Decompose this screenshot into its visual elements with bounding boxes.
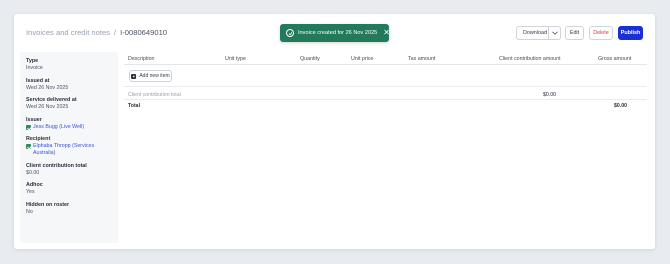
column-header-quantity: Quantity — [300, 56, 320, 62]
total-label: Total — [128, 103, 141, 109]
client-contribution-amount: $0.00 — [543, 92, 556, 98]
page-title: I-0080649010 — [120, 28, 168, 37]
column-header-unit-type: Unit type — [225, 56, 246, 62]
field-label: Type — [26, 58, 39, 64]
field-label: Service delivered at — [26, 97, 77, 103]
breadcrumb-separator: / — [114, 28, 117, 37]
invoice-details-sidebar: Type Invoice Issued at Wed 26 Nov 2025 S… — [20, 52, 118, 243]
field-recipient: Recipient Elphaba Thropp (Services Austr… — [26, 136, 112, 157]
provider-icon — [26, 124, 31, 130]
field-value: Invoice — [26, 65, 43, 71]
field-service-delivered-at: Service delivered at Wed 26 Nov 2025 — [26, 97, 112, 111]
field-issued-at: Issued at Wed 26 Nov 2025 — [26, 78, 112, 92]
recipient-name: Elphaba Thropp (Services Australia) — [33, 143, 95, 156]
provider-icon — [26, 144, 31, 149]
field-value: Wed 26 Nov 2025 — [26, 104, 69, 110]
line-items-table: Description Unit type Quantity Unit pric… — [124, 52, 647, 111]
total-amount: $0.00 — [614, 103, 627, 109]
plus-icon: + — [131, 73, 137, 79]
field-label: Client contribution total — [26, 162, 87, 169]
invoice-page: Invoices and credit notes / I-0080649010… — [14, 14, 655, 249]
download-button-label: Download — [523, 30, 547, 36]
add-item-row: + Add new item — [124, 65, 647, 87]
field-hidden-on-roster: Hidden on roster No — [26, 202, 112, 216]
field-label: Recipient — [26, 136, 51, 142]
field-value: Wed 26 Nov 2025 — [26, 84, 69, 91]
field-value: No — [26, 208, 33, 215]
breadcrumb: Invoices and credit notes / I-0080649010 — [26, 28, 167, 37]
column-header-gross-amount: Gross amount — [598, 56, 632, 62]
add-new-item-label: Add new item — [139, 73, 170, 79]
success-toast: Invoice created for 26 Nov 2025 ✕ — [280, 24, 390, 42]
column-header-description: Description — [128, 56, 155, 62]
issuer-name: Jess Bugg (Live Well) — [33, 123, 85, 130]
add-new-item-button[interactable]: + Add new item — [129, 70, 172, 82]
client-contribution-row: Client contribution total $0.00 — [124, 89, 647, 100]
edit-button[interactable]: Edit — [565, 26, 584, 40]
recipient-link[interactable]: Elphaba Thropp (Services Australia) — [26, 143, 112, 157]
field-label: Hidden on roster — [26, 201, 70, 208]
breadcrumb-invoices-link[interactable]: Invoices and credit notes — [26, 28, 110, 37]
field-label: Issuer — [26, 116, 42, 123]
field-value: Yes — [26, 189, 35, 195]
client-contribution-label: Client contribution total — [128, 92, 181, 98]
column-header-tax-amount: Tax amount — [408, 56, 436, 62]
check-circle-icon — [286, 29, 294, 37]
delete-button[interactable]: Delete — [589, 26, 613, 40]
field-client-contribution-total: Client contribution total $0.00 — [26, 163, 112, 177]
field-label: Issued at — [26, 77, 50, 84]
field-type: Type Invoice — [26, 58, 112, 72]
field-label: Adhoc — [26, 182, 43, 188]
field-issuer: Issuer Jess Bugg (Live Well) — [26, 117, 112, 131]
chevron-down-icon[interactable] — [548, 27, 560, 39]
table-header: Description Unit type Quantity Unit pric… — [124, 52, 647, 65]
field-value: $0.00 — [26, 169, 40, 176]
toast-message: Invoice created for 26 Nov 2025 — [298, 30, 378, 36]
field-adhoc: Adhoc Yes — [26, 182, 112, 196]
download-button[interactable]: Download — [516, 26, 561, 40]
column-header-unit-price: Unit price — [351, 56, 374, 62]
column-header-client-contribution-amount: Client contribution amount — [499, 56, 561, 62]
publish-button[interactable]: Publish — [618, 26, 643, 40]
issuer-link[interactable]: Jess Bugg (Live Well) — [26, 124, 112, 131]
close-icon[interactable]: ✕ — [383, 29, 390, 37]
total-row: Total $0.00 — [124, 100, 647, 111]
